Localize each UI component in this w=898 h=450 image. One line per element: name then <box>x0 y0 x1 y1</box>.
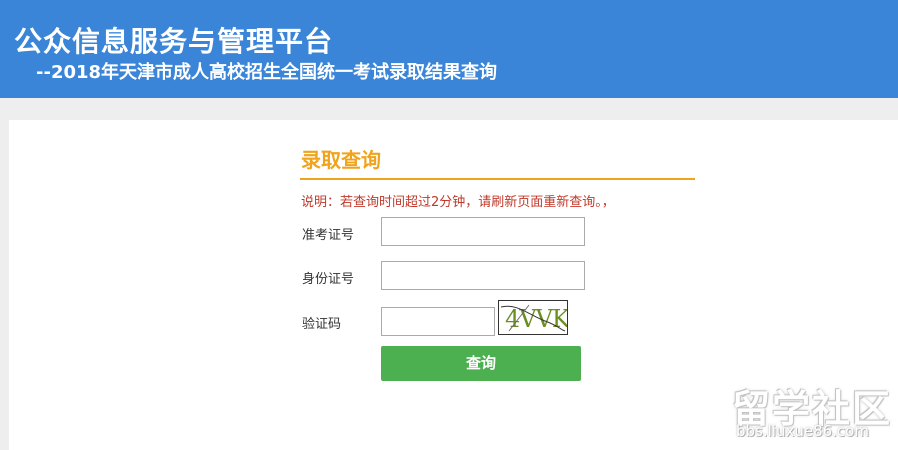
captcha-input[interactable] <box>381 307 495 336</box>
captcha-label: 验证码 <box>302 317 342 332</box>
notice-text: 说明：若查询时间超过2分钟，请刷新页面重新查询。， <box>301 195 615 210</box>
title-divider <box>300 178 695 180</box>
id-number-input[interactable] <box>381 261 585 290</box>
query-button[interactable]: 查询 <box>381 346 581 381</box>
exam-number-label: 准考证号 <box>302 228 355 243</box>
captcha-text: 4VVK <box>505 305 567 333</box>
captcha-image[interactable]: 4VVK <box>498 300 568 335</box>
watermark-url: bbs.liuxue86.com <box>736 422 869 440</box>
page-header: 公众信息服务与管理平台 --2018年天津市成人高校招生全国统一考试录取结果查询 <box>0 0 898 98</box>
site-watermark: 留学社区 bbs.liuxue86.com <box>728 378 893 448</box>
platform-title: 公众信息服务与管理平台 <box>14 25 334 58</box>
exam-number-input[interactable] <box>381 217 585 246</box>
captcha-graphic: 4VVK <box>500 304 567 333</box>
form-title: 录取查询 <box>301 148 381 172</box>
id-number-label: 身份证号 <box>302 272 355 287</box>
platform-subtitle: --2018年天津市成人高校招生全国统一考试录取结果查询 <box>36 62 498 83</box>
